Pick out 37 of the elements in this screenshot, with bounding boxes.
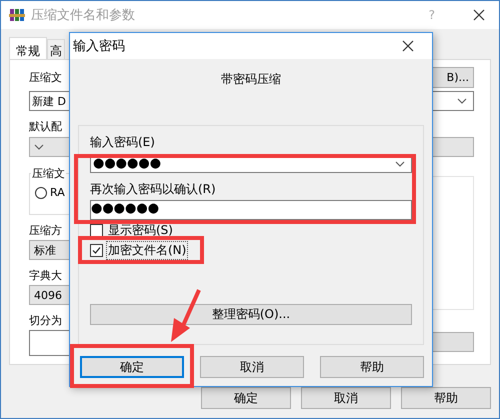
- option-button[interactable]: [432, 332, 474, 352]
- field-label: 切分为: [29, 313, 62, 328]
- chevron-icon: [395, 160, 405, 166]
- field-label: 压缩方: [29, 223, 62, 238]
- dialog-button[interactable]: 帮助: [401, 387, 491, 409]
- dialog-title: 输入密码: [73, 38, 125, 55]
- radio-button[interactable]: [35, 186, 47, 198]
- tab[interactable]: 高: [47, 39, 65, 59]
- browse-button[interactable]: B)...: [432, 66, 474, 88]
- organize-passwords-button[interactable]: 整理密码(O)...: [90, 304, 412, 325]
- dialog-button[interactable]: 取消: [301, 387, 391, 409]
- password-dots: ●●●●●●: [93, 157, 162, 170]
- field-label: 字典大: [29, 268, 62, 283]
- close-icon[interactable]: [473, 9, 485, 21]
- password-dots: ●●●●●●: [91, 201, 160, 216]
- radio-label: RA: [50, 186, 65, 199]
- dialog-button[interactable]: 帮助: [320, 356, 424, 378]
- group-label: 压缩文: [31, 166, 66, 181]
- dialog-heading: 带密码压缩: [220, 71, 282, 88]
- field-label: 默认配: [29, 119, 62, 134]
- books-icon: [9, 7, 25, 23]
- field-label: 压缩文: [29, 70, 62, 84]
- dialog-button[interactable]: 取消: [200, 356, 304, 378]
- dialog-button[interactable]: 确定: [80, 356, 184, 378]
- field-value: 新建 D: [32, 94, 66, 108]
- close-icon[interactable]: [402, 40, 414, 52]
- window-title: 压缩文件名和参数: [31, 7, 136, 24]
- chevron-icon: [34, 144, 44, 150]
- dialog-button[interactable]: 确定: [201, 387, 291, 409]
- confirm-password-field[interactable]: ●●●●●●: [90, 200, 412, 220]
- field-label: 再次输入密码以确认(R): [90, 181, 216, 198]
- checkbox-label: 显示密码(S): [107, 222, 174, 238]
- field-label: 输入密码(E): [90, 134, 155, 151]
- checkbox[interactable]: [90, 244, 103, 256]
- chevron-icon: [457, 98, 467, 104]
- tab[interactable]: 常规: [9, 37, 47, 59]
- checkbox[interactable]: [90, 224, 103, 236]
